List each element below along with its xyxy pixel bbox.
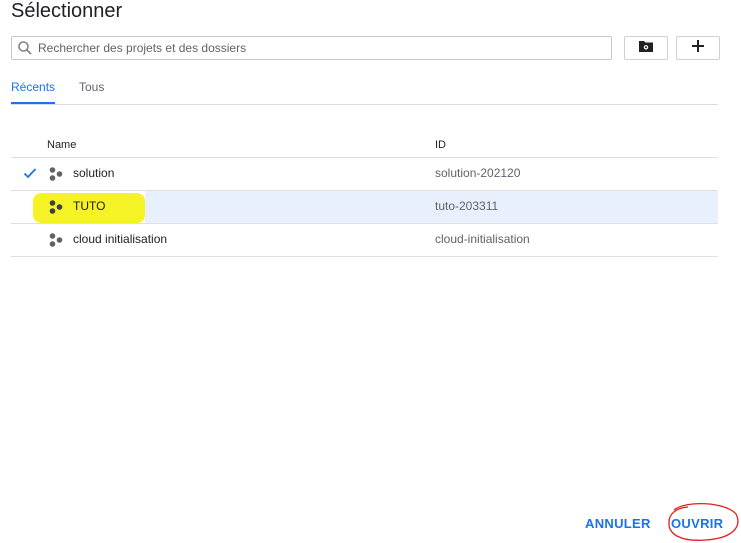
project-id: solution-202120: [435, 166, 521, 180]
project-id: cloud-initialisation: [435, 232, 530, 246]
project-name: solution: [73, 166, 115, 180]
tab-bar: Récents Tous: [11, 72, 718, 105]
active-tab-indicator: [11, 102, 55, 104]
project-icon: [49, 233, 63, 247]
project-name: TUTO: [73, 199, 106, 213]
search-placeholder: Rechercher des projets et des dossiers: [38, 41, 247, 55]
table-row[interactable]: solution solution-202120: [11, 158, 718, 191]
column-id: ID: [435, 139, 446, 151]
project-id: tuto-203311: [435, 199, 499, 213]
project-name: cloud initialisation: [73, 232, 168, 246]
project-icon: [49, 200, 63, 214]
table-row[interactable]: TUTO tuto-203311: [11, 191, 718, 224]
row-selection-background: [145, 191, 718, 223]
column-name: Name: [47, 139, 77, 151]
tab-recents[interactable]: Récents: [11, 80, 55, 94]
add-button[interactable]: [676, 36, 720, 60]
search-icon: [17, 40, 33, 56]
tab-all[interactable]: Tous: [79, 80, 104, 94]
dialog-title: Sélectionner: [11, 0, 123, 22]
plus-icon: [691, 39, 705, 58]
table-header: Name ID: [11, 135, 718, 158]
checkmark-icon: [23, 166, 37, 180]
cancel-button[interactable]: ANNULER: [585, 516, 651, 531]
new-folder-button[interactable]: [624, 36, 668, 60]
folder-settings-icon: [638, 39, 654, 58]
projects-table: Name ID solution solution-202120 TUTO tu…: [11, 135, 718, 257]
red-circle-annotation: [668, 502, 739, 541]
search-field[interactable]: Rechercher des projets et des dossiers: [11, 36, 612, 60]
table-row[interactable]: cloud initialisation cloud-initialisatio…: [11, 224, 718, 257]
project-icon: [49, 167, 63, 181]
